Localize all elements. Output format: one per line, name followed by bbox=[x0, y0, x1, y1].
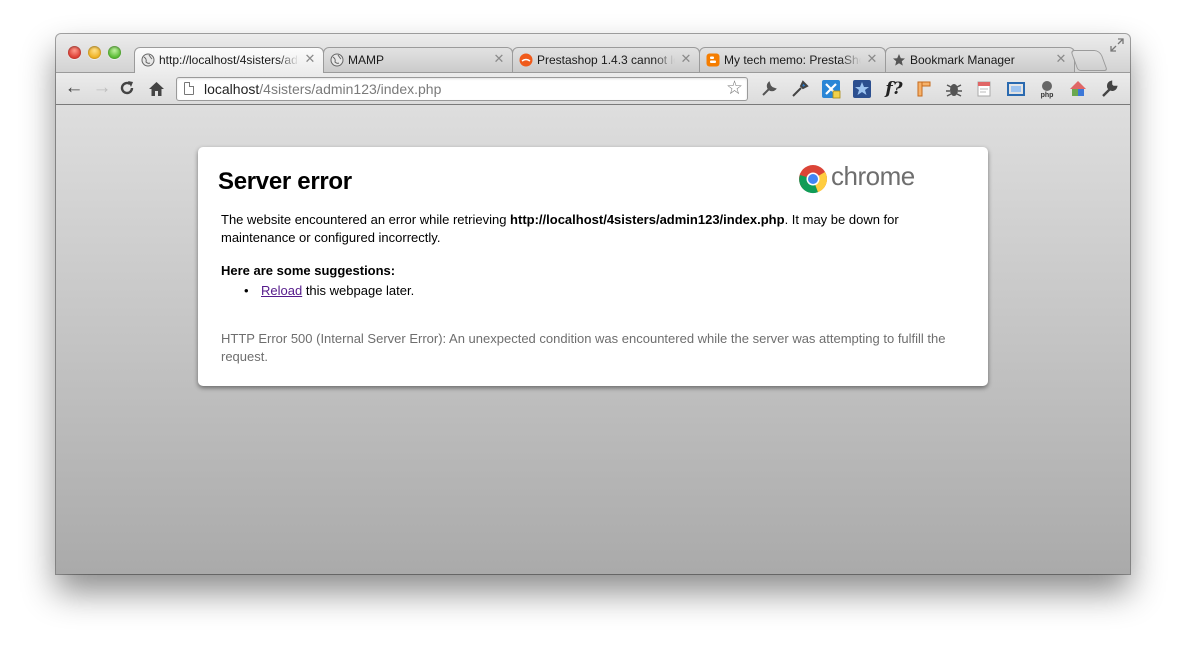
tab-title: MAMP bbox=[348, 53, 384, 67]
tab-bookmark-manager[interactable]: Bookmark Manager ✕ bbox=[885, 47, 1075, 73]
chrome-logo-icon bbox=[799, 165, 827, 194]
tab-prestashop-login[interactable]: Prestashop 1.4.3 cannot login ✕ bbox=[512, 47, 700, 73]
tab-mamp[interactable]: MAMP ✕ bbox=[323, 47, 513, 73]
tab-title: Prestashop 1.4.3 cannot login bbox=[537, 53, 675, 67]
page-content: Server error chrome The website encounte… bbox=[56, 105, 1130, 574]
back-icon[interactable]: ← bbox=[63, 77, 85, 99]
tab-close-icon[interactable]: ✕ bbox=[493, 52, 505, 66]
suggestion-item: Reload this webpage later. bbox=[241, 283, 414, 298]
tab-tech-memo[interactable]: My tech memo: PrestaShop ✕ bbox=[699, 47, 886, 73]
forward-icon[interactable]: → bbox=[91, 77, 113, 99]
eyedropper-icon[interactable] bbox=[790, 79, 810, 99]
ruler-icon[interactable] bbox=[914, 79, 934, 99]
tab-close-icon[interactable]: ✕ bbox=[304, 52, 316, 66]
close-window-button[interactable] bbox=[68, 46, 81, 59]
address-host: localhost bbox=[204, 81, 260, 97]
globe-icon bbox=[330, 53, 344, 67]
screen-capture-icon[interactable] bbox=[1006, 79, 1026, 99]
tab-strip: http://localhost/4sisters/admin123/index… bbox=[56, 34, 1130, 73]
address-url: localhost/4sisters/admin123/index.php bbox=[204, 81, 441, 97]
suggestion-text: this webpage later. bbox=[302, 283, 415, 298]
error-title: Server error bbox=[218, 168, 352, 195]
error-message-prefix: The website encountered an error while r… bbox=[221, 212, 511, 227]
page-icon bbox=[184, 82, 194, 95]
svg-text:php: php bbox=[1041, 92, 1054, 99]
minimize-window-button[interactable] bbox=[88, 46, 101, 59]
note-icon[interactable] bbox=[974, 79, 994, 99]
suggestions-heading: Here are some suggestions: bbox=[221, 263, 396, 278]
prestashop-icon bbox=[519, 53, 533, 67]
colorful-house-icon[interactable] bbox=[1068, 79, 1088, 99]
reload-link[interactable]: Reload bbox=[261, 283, 302, 298]
settings-wrench-icon[interactable] bbox=[1099, 79, 1119, 99]
chrome-wordmark: chrome bbox=[831, 161, 915, 191]
error-box: Server error chrome The website encounte… bbox=[198, 147, 988, 386]
address-path: /4sisters/admin123/index.php bbox=[259, 81, 442, 97]
wrench-tool-icon[interactable] bbox=[759, 79, 779, 99]
zoom-window-button[interactable] bbox=[108, 46, 121, 59]
tab-title: My tech memo: PrestaShop bbox=[724, 53, 861, 67]
extension-xs-icon[interactable] bbox=[821, 79, 841, 99]
new-tab-button[interactable] bbox=[1070, 50, 1108, 71]
error-detail: HTTP Error 500 (Internal Server Error): … bbox=[221, 331, 946, 364]
globe-icon bbox=[141, 53, 155, 67]
error-url: http://localhost/4sisters/admin123/index… bbox=[510, 212, 785, 227]
browser-window: http://localhost/4sisters/admin123/index… bbox=[56, 34, 1130, 574]
bookmark-star-extension-icon[interactable] bbox=[852, 79, 872, 99]
star-icon bbox=[893, 54, 905, 66]
browser-toolbar: ← → localhost/4sisters/admin123/index.ph… bbox=[56, 72, 1130, 105]
home-icon[interactable] bbox=[148, 80, 165, 97]
bug-icon[interactable] bbox=[944, 79, 964, 99]
reload-icon[interactable] bbox=[119, 80, 135, 96]
fullscreen-icon[interactable] bbox=[1110, 38, 1124, 52]
php-icon[interactable]: php bbox=[1037, 79, 1057, 99]
tab-close-icon[interactable]: ✕ bbox=[866, 52, 878, 66]
address-bar[interactable]: localhost/4sisters/admin123/index.php ☆ bbox=[176, 77, 748, 101]
tab-title: Bookmark Manager bbox=[910, 53, 1015, 67]
tab-localhost[interactable]: http://localhost/4sisters/admin123/index… bbox=[134, 47, 324, 73]
tab-close-icon[interactable]: ✕ bbox=[1055, 52, 1067, 66]
bookmark-star-icon[interactable]: ☆ bbox=[726, 78, 743, 100]
tab-title: http://localhost/4sisters/admin123/index… bbox=[159, 53, 299, 67]
font-finder-icon[interactable]: f? bbox=[882, 79, 906, 99]
blogger-icon bbox=[706, 53, 720, 67]
tab-close-icon[interactable]: ✕ bbox=[680, 52, 692, 66]
error-message: The website encountered an error while r… bbox=[221, 211, 961, 247]
suggestions-list: Reload this webpage later. bbox=[241, 283, 414, 298]
